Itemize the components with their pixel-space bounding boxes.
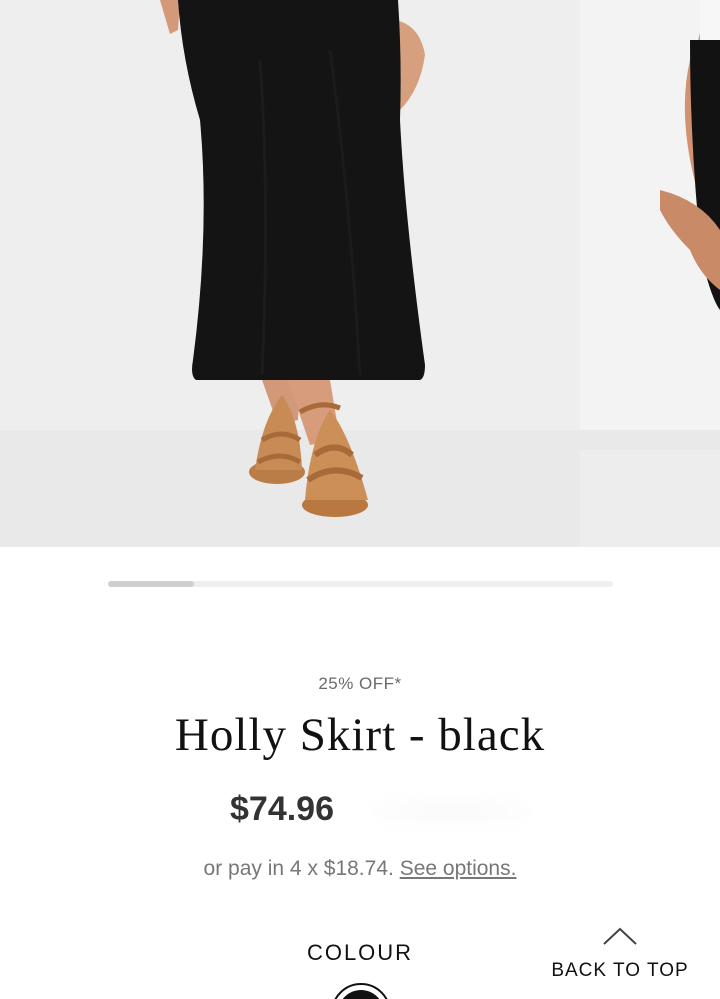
swatch-fill (338, 990, 384, 999)
carousel-progress-track[interactable] (108, 581, 613, 587)
product-page: 25% OFF* Holly Skirt - black $74.96 or p… (0, 0, 720, 999)
price-row: $74.96 (0, 790, 720, 832)
carousel-progress-indicator (108, 581, 194, 587)
discount-label: 25% OFF* (318, 674, 402, 693)
see-options-link[interactable]: See options. (400, 857, 517, 880)
installments-text: or pay in 4 x $18.74. See options. (0, 857, 720, 881)
product-image[interactable] (0, 0, 720, 547)
back-to-top-label: BACK TO TOP (551, 960, 689, 981)
original-price-obscured (372, 794, 532, 828)
colour-swatch-black[interactable] (331, 983, 391, 999)
back-to-top-button[interactable]: BACK TO TOP (540, 920, 700, 990)
chevron-up-icon (603, 927, 637, 945)
sale-price: $74.96 (230, 790, 334, 828)
installments-label: or pay in 4 x $18.74. (203, 857, 394, 880)
product-title: Holly Skirt - black (174, 709, 546, 761)
